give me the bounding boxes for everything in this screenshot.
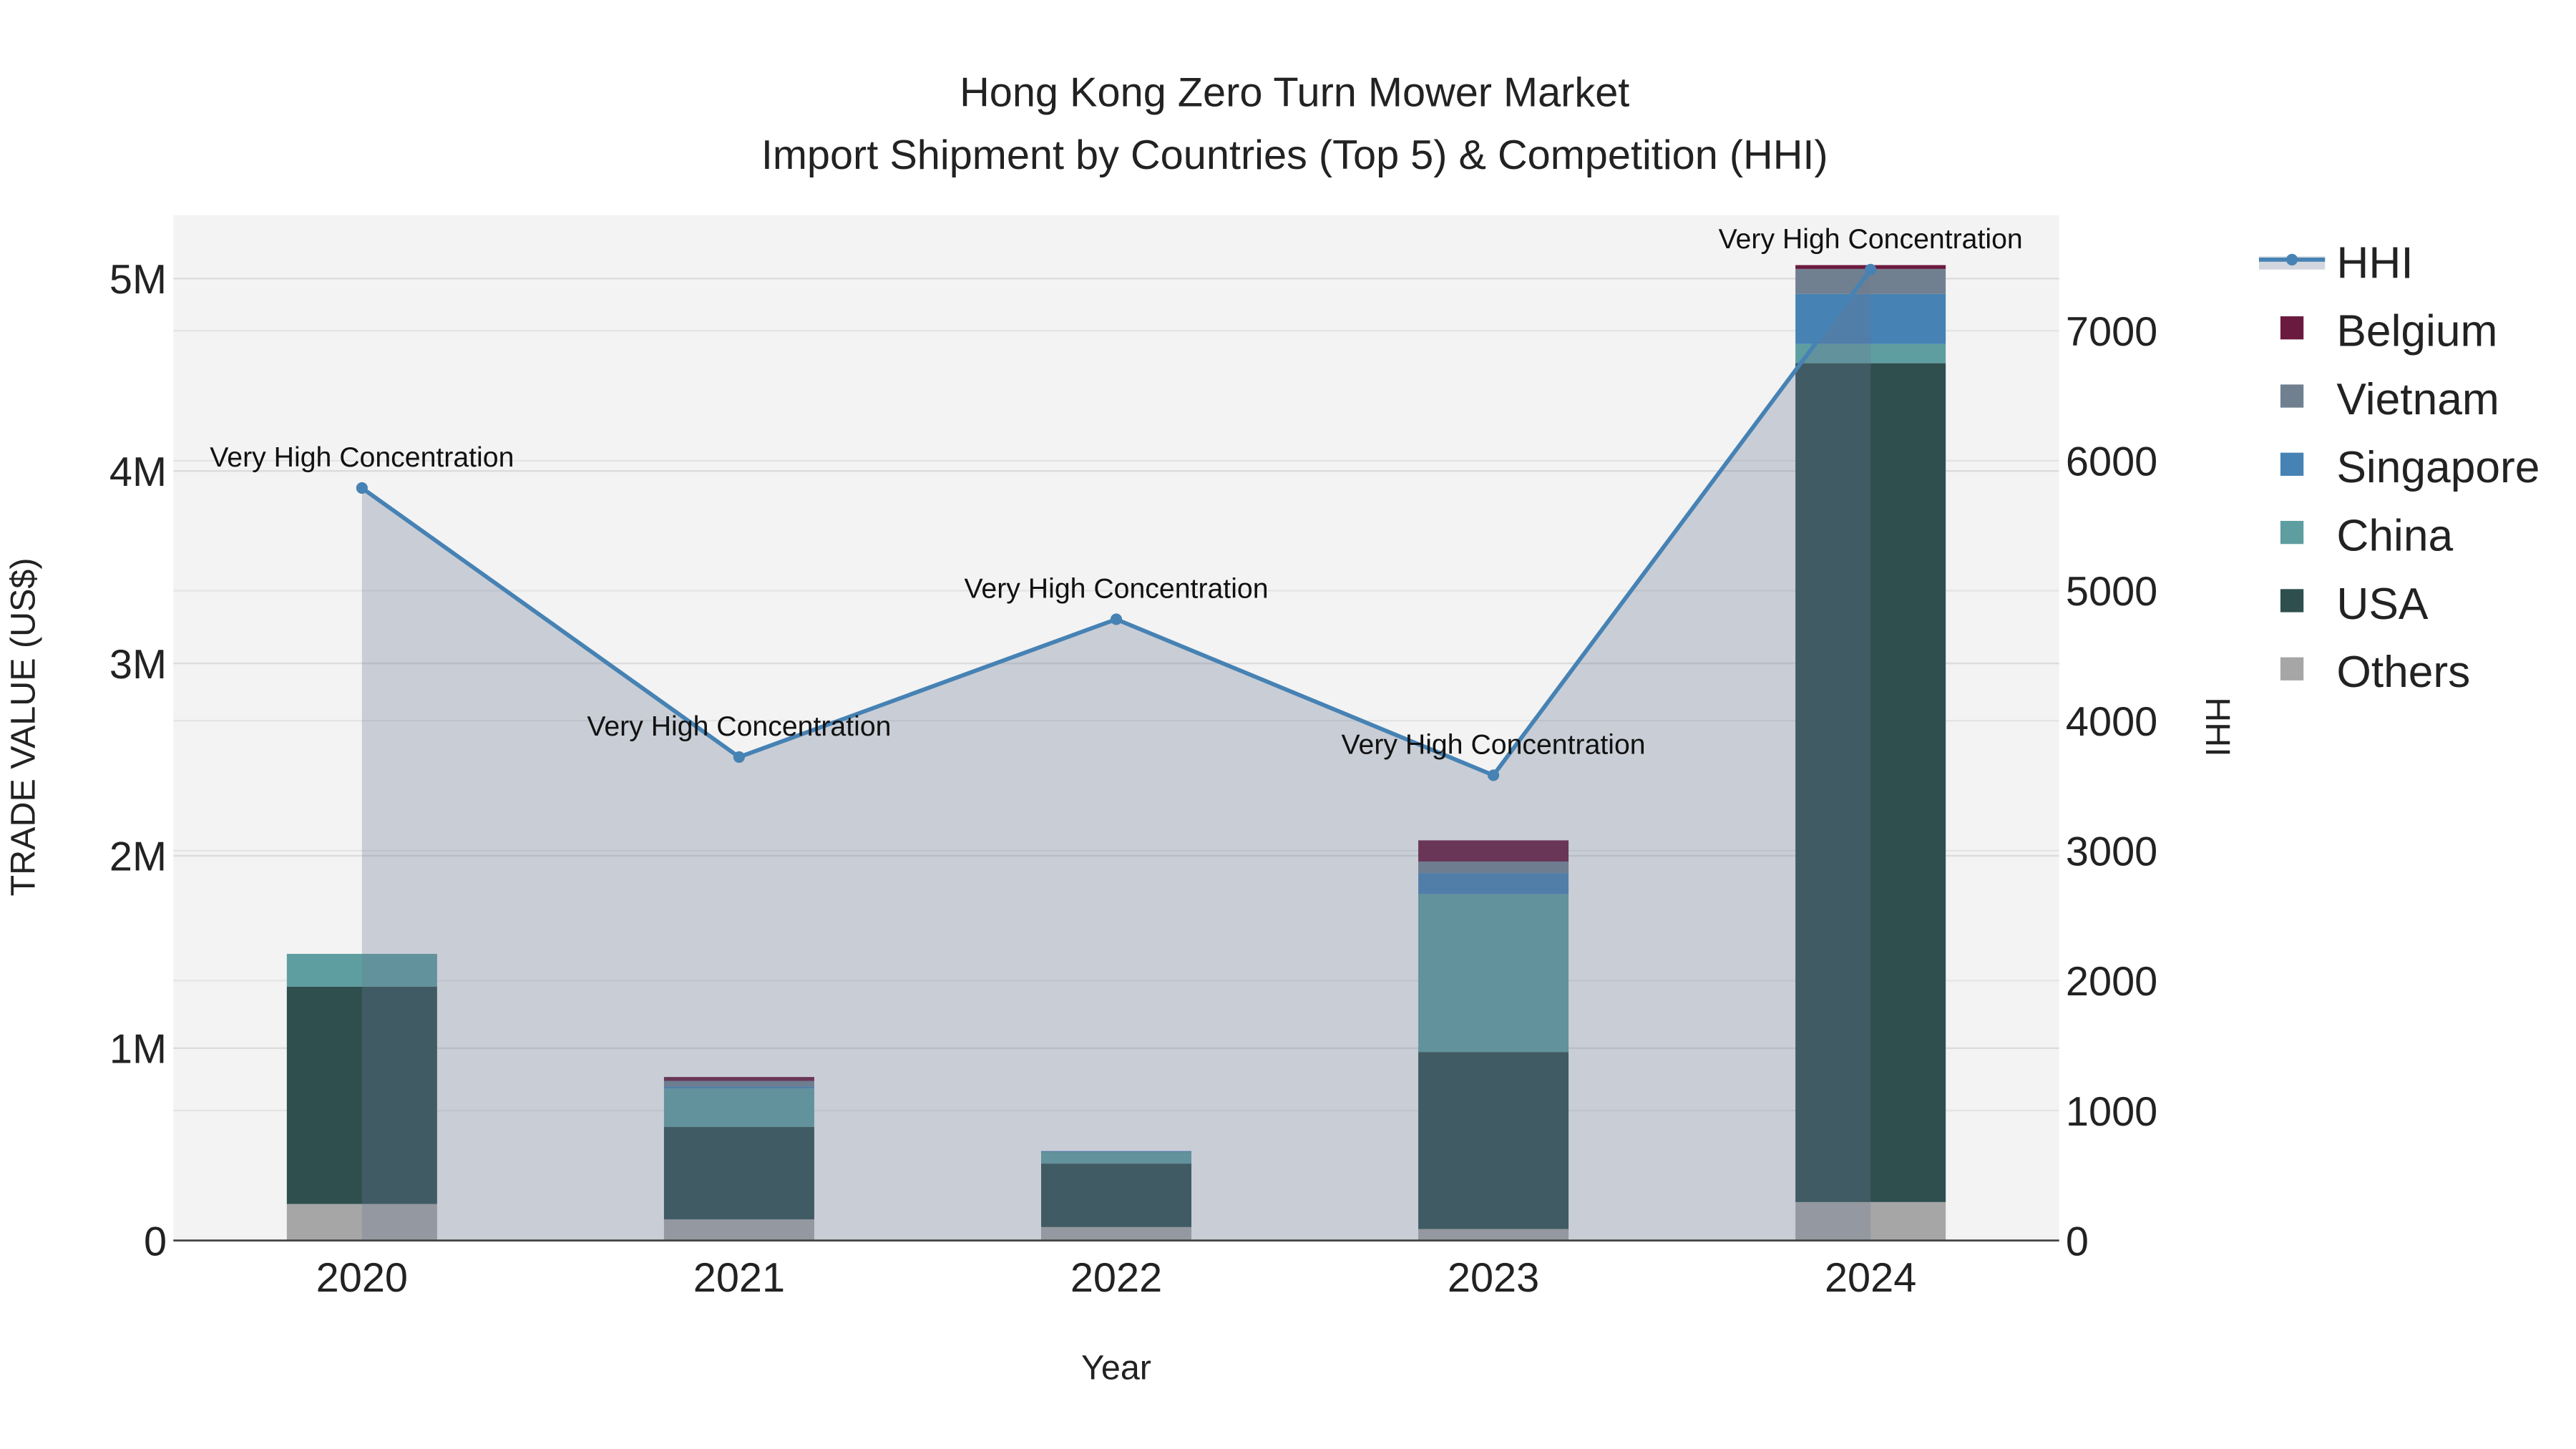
- hhi-annotation: Very High Concentration: [964, 572, 1268, 604]
- x-tick-label: 2023: [1448, 1255, 1539, 1301]
- legend-swatch-vietnam: [2280, 384, 2304, 408]
- y2-tick-label: 3000: [2066, 829, 2157, 875]
- y-tick-label: 4M: [109, 449, 167, 495]
- y-tick-label: 3M: [109, 642, 167, 688]
- legend-label-singapore: Singapore: [2336, 443, 2540, 492]
- x-tick-label: 2020: [316, 1255, 408, 1301]
- legend-swatch-usa: [2280, 589, 2304, 613]
- legend-swatch-belgium: [2280, 316, 2304, 340]
- hhi-point-2021: [733, 751, 745, 763]
- y2-tick-label: 4000: [2066, 699, 2157, 745]
- y-tick-label: 2M: [109, 834, 167, 880]
- y2-tick-label: 5000: [2066, 569, 2157, 615]
- x-tick-label: 2024: [1825, 1255, 1916, 1301]
- legend-label-vietnam: Vietnam: [2336, 375, 2499, 424]
- legend-swatch-china: [2280, 520, 2304, 545]
- legend-swatch-hhi-marker: [2286, 253, 2298, 265]
- x-axis-label: Year: [1081, 1349, 1151, 1387]
- legend-label-china: China: [2336, 512, 2453, 561]
- y-axis-label: TRADE VALUE (US$): [4, 557, 42, 896]
- y2-axis-label: HHI: [2198, 697, 2237, 756]
- legend-swatch-others: [2280, 657, 2304, 680]
- hhi-point-2024: [1865, 263, 1877, 275]
- legend-label-belgium: Belgium: [2336, 307, 2497, 356]
- legend-label-hhi: HHI: [2336, 238, 2413, 288]
- x-tick-label: 2021: [693, 1255, 785, 1301]
- y-tick-label: 1M: [109, 1027, 167, 1073]
- legend-swatch-singapore: [2280, 452, 2304, 476]
- hhi-annotation: Very High Concentration: [1342, 728, 1646, 760]
- chart-subtitle: Import Shipment by Countries (Top 5) & C…: [761, 132, 1828, 178]
- hhi-annotation: Very High Concentration: [587, 711, 891, 742]
- hhi-annotation: Very High Concentration: [210, 441, 514, 473]
- legend-label-usa: USA: [2336, 580, 2429, 629]
- y2-tick-label: 7000: [2066, 309, 2157, 355]
- chart: Hong Kong Zero Turn Mower Market Import …: [0, 0, 2576, 1449]
- y-tick-label: 0: [144, 1219, 167, 1264]
- hhi-point-2022: [1110, 613, 1123, 625]
- y2-tick-label: 0: [2066, 1219, 2089, 1264]
- legend-label-others: Others: [2336, 648, 2470, 697]
- chart-title: Hong Kong Zero Turn Mower Market: [960, 69, 1629, 115]
- hhi-point-2023: [1488, 769, 1500, 781]
- hhi-annotation: Very High Concentration: [1719, 223, 2023, 255]
- x-tick-label: 2022: [1070, 1255, 1162, 1301]
- hhi-point-2020: [356, 482, 368, 494]
- y2-tick-label: 6000: [2066, 439, 2157, 485]
- y2-tick-label: 1000: [2066, 1089, 2157, 1135]
- y-tick-label: 5M: [109, 257, 167, 303]
- y2-tick-label: 2000: [2066, 959, 2157, 1005]
